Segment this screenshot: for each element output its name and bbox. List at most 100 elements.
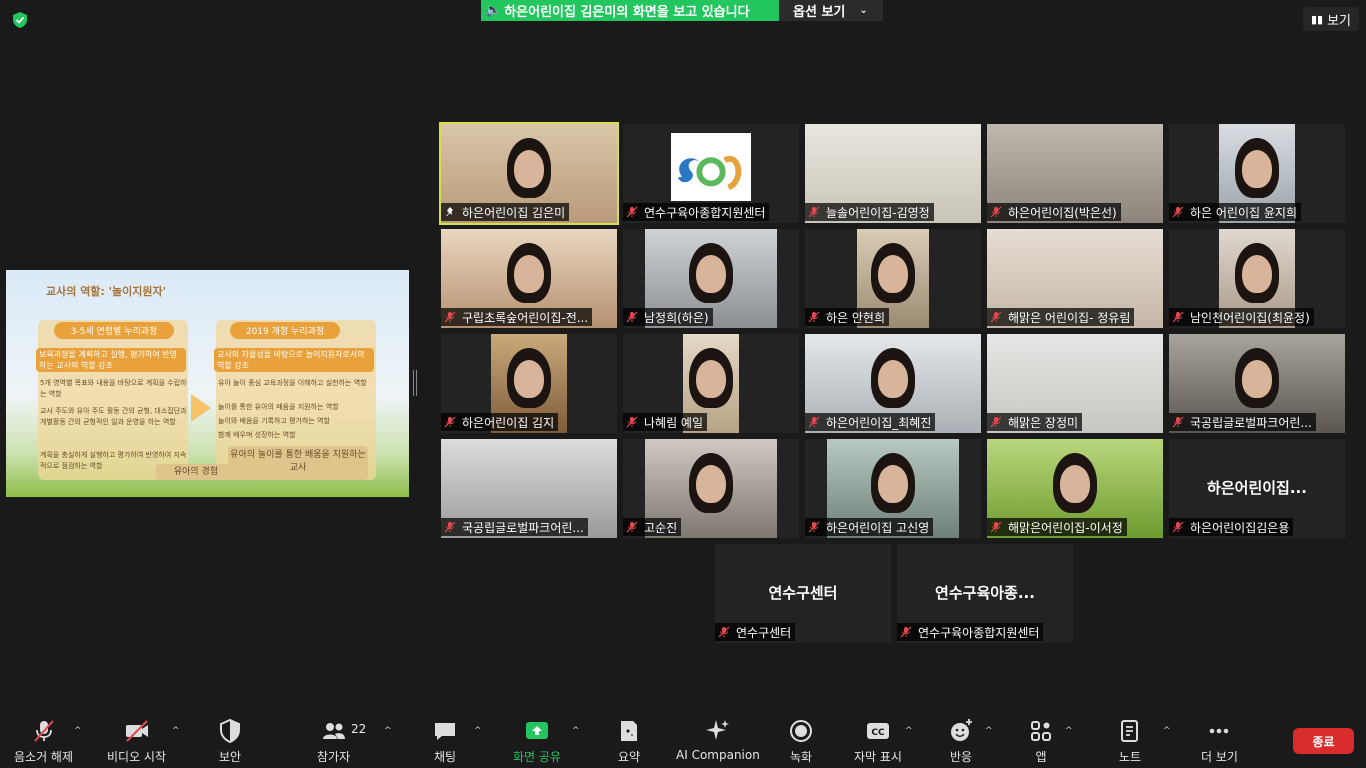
participant-face-shape xyxy=(696,255,726,293)
apps-icon xyxy=(1031,721,1051,741)
participant-tile[interactable]: 연수구육아종... 연수구육아종합지원센터 xyxy=(897,544,1073,643)
participant-tile[interactable]: 구립초록숲어린이집-전... xyxy=(441,229,617,328)
participant-tile[interactable]: 하은 어린이집 윤지희 xyxy=(1169,124,1345,223)
participant-tile[interactable]: 남인천어린이집(최윤정) xyxy=(1169,229,1345,328)
captions-options-caret[interactable]: ^ xyxy=(905,726,913,736)
participant-name-bar: 국공립글로벌파크어린... xyxy=(1169,413,1316,431)
apps-button[interactable]: 앱 xyxy=(1028,718,1054,768)
captions-label: 자막 표시 xyxy=(854,750,902,764)
participant-tile[interactable]: 해맑은 장정미 xyxy=(987,334,1163,433)
participant-tile[interactable]: 국공립글로벌파크어린... xyxy=(441,439,617,538)
participant-tile[interactable]: 국공립글로벌파크어린... xyxy=(1169,334,1345,433)
participant-tile[interactable]: 하은어린이집 김지 xyxy=(441,334,617,433)
slide-left-point-1: 5개 영역별 목표와 내용을 바탕으로 계획을 수립하는 역할 xyxy=(40,379,187,398)
participant-name-bar: 하은 어린이집 윤지희 xyxy=(1169,203,1301,221)
ai-companion-button[interactable]: AI Companion xyxy=(676,718,760,768)
security-shield-icon[interactable] xyxy=(11,11,29,29)
more-label: 더 보기 xyxy=(1201,750,1238,764)
share-options-caret[interactable]: ^ xyxy=(572,726,580,736)
pin-icon xyxy=(446,207,453,216)
participant-face-shape xyxy=(878,255,908,293)
microphone-muted-icon xyxy=(808,521,820,533)
microphone-muted-icon xyxy=(444,311,456,323)
end-label: 종료 xyxy=(1312,734,1335,749)
slide-right-point-4: 함께 배우며 성장하는 역할 xyxy=(218,431,296,439)
chat-icon xyxy=(435,723,455,740)
chevron-down-icon: ⌄ xyxy=(859,5,868,16)
participants-options-caret[interactable]: ^ xyxy=(384,726,392,736)
participant-name-bar: 하은 안현희 xyxy=(805,308,890,326)
end-meeting-button[interactable]: 종료 xyxy=(1293,728,1354,754)
participant-tile[interactable]: 남정희(하은) xyxy=(623,229,799,328)
participant-tile[interactable]: 하은어린이집 고신영 xyxy=(805,439,981,538)
apps-options-caret[interactable]: ^ xyxy=(1065,726,1073,736)
reactions-options-caret[interactable]: ^ xyxy=(985,726,993,736)
participant-tile[interactable]: 하은어린이집(박은선) xyxy=(987,124,1163,223)
view-button[interactable]: ▮▮ 보기 xyxy=(1303,7,1359,31)
participant-name-bar: 고순진 xyxy=(623,518,682,536)
participants-button[interactable]: 참가자 xyxy=(317,718,350,768)
participant-tile[interactable]: 해맑은어린이집-이서정 xyxy=(987,439,1163,538)
share-screen-button[interactable]: 화면 공유 xyxy=(513,718,561,768)
participant-name: 하은 안현희 xyxy=(826,310,886,325)
notes-button[interactable]: 노트 xyxy=(1117,718,1143,768)
microphone-muted-icon xyxy=(626,416,638,428)
video-options-caret[interactable]: ^ xyxy=(172,726,180,736)
slide-arrow-shape xyxy=(191,394,211,422)
participant-face-shape xyxy=(696,360,726,398)
microphone-muted-icon xyxy=(808,311,820,323)
participant-tile[interactable]: 연수구육아종합지원센터 xyxy=(623,124,799,223)
participant-name-bar: 연수구육아종합지원센터 xyxy=(623,203,770,221)
captions-button[interactable]: CC 자막 표시 xyxy=(854,718,902,768)
view-options-label: 옵션 보기 xyxy=(793,5,846,20)
participants-count: 22 xyxy=(351,722,367,736)
chat-button[interactable]: 채팅 xyxy=(432,718,458,768)
speaker-icon: 🔈 xyxy=(485,3,502,18)
share-screen-icon xyxy=(525,722,548,739)
summary-button[interactable]: 요약 xyxy=(616,718,642,768)
participant-tile[interactable]: 하은어린이집 김은미 xyxy=(439,122,619,225)
view-options-dropdown[interactable]: 옵션 보기 ⌄ xyxy=(779,0,883,21)
participant-face-shape xyxy=(1242,360,1272,398)
emoji-plus-icon xyxy=(951,719,972,741)
participant-name-bar: 구립초록숲어린이집-전... xyxy=(441,308,593,326)
screen-share-banner: 🔈 하은어린이집 김은미의 화면을 보고 있습니다 xyxy=(481,0,779,21)
participants-label: 참가자 xyxy=(317,750,351,764)
start-video-button[interactable]: 비디오 시작 xyxy=(107,718,166,768)
participant-tile[interactable]: 해맑은 어린이집- 정유림 xyxy=(987,229,1163,328)
center-logo-image xyxy=(677,156,742,191)
participant-name-bar: 하은어린이집 김은미 xyxy=(441,203,570,221)
security-button[interactable]: 보안 xyxy=(217,718,243,768)
participant-tile[interactable]: 나혜림 예일 xyxy=(623,334,799,433)
participant-face-shape xyxy=(878,465,908,503)
participant-name-bar: 해맑은어린이집-이서정 xyxy=(987,518,1127,536)
participant-name: 해맑은 장정미 xyxy=(1008,415,1079,430)
slide-right-point-1: 유아 놀이 중심 교육과정을 이해하고 실천하는 역할 xyxy=(218,379,367,387)
start-video-label: 비디오 시작 xyxy=(107,750,167,764)
record-button[interactable]: 녹화 xyxy=(788,718,814,768)
participant-name-bar: 늘솔어린이집-김영정 xyxy=(805,203,934,221)
record-icon xyxy=(790,720,812,742)
participant-tile[interactable]: 하은어린이집... 하은어린이집김은용 xyxy=(1169,439,1345,538)
participant-name-bar: 하은어린이집 고신영 xyxy=(805,518,934,536)
split-resize-handle[interactable] xyxy=(413,370,417,396)
participant-tile[interactable]: 하은어린이집_최혜진 xyxy=(805,334,981,433)
participant-name-bar: 남정희(하은) xyxy=(623,308,713,326)
shared-screen[interactable]: 교사의 역할: '놀이지원자' 3-5세 연령별 누리과정 2019 개정 누리… xyxy=(6,270,409,497)
participant-tile[interactable]: 늘솔어린이집-김영정 xyxy=(805,124,981,223)
participant-name: 하은어린이집 김지 xyxy=(462,415,555,430)
notes-options-caret[interactable]: ^ xyxy=(1163,726,1171,736)
participant-name-bar: 하은어린이집_최혜진 xyxy=(805,413,936,431)
share-screen-label: 화면 공유 xyxy=(513,750,561,764)
more-button[interactable]: 더 보기 xyxy=(1201,718,1238,768)
reactions-button[interactable]: 반응 xyxy=(948,718,974,768)
participant-tile[interactable]: 하은 안현희 xyxy=(805,229,981,328)
participant-face-shape xyxy=(1060,465,1090,503)
participant-tile[interactable]: 고순진 xyxy=(623,439,799,538)
unmute-button[interactable]: 음소거 해제 xyxy=(14,718,73,768)
audio-options-caret[interactable]: ^ xyxy=(74,726,82,736)
participant-face-shape xyxy=(514,150,544,188)
participant-tile[interactable]: 연수구센터 연수구센터 xyxy=(715,544,891,643)
participant-name-bar: 연수구육아종합지원센터 xyxy=(897,623,1044,641)
chat-options-caret[interactable]: ^ xyxy=(474,726,482,736)
